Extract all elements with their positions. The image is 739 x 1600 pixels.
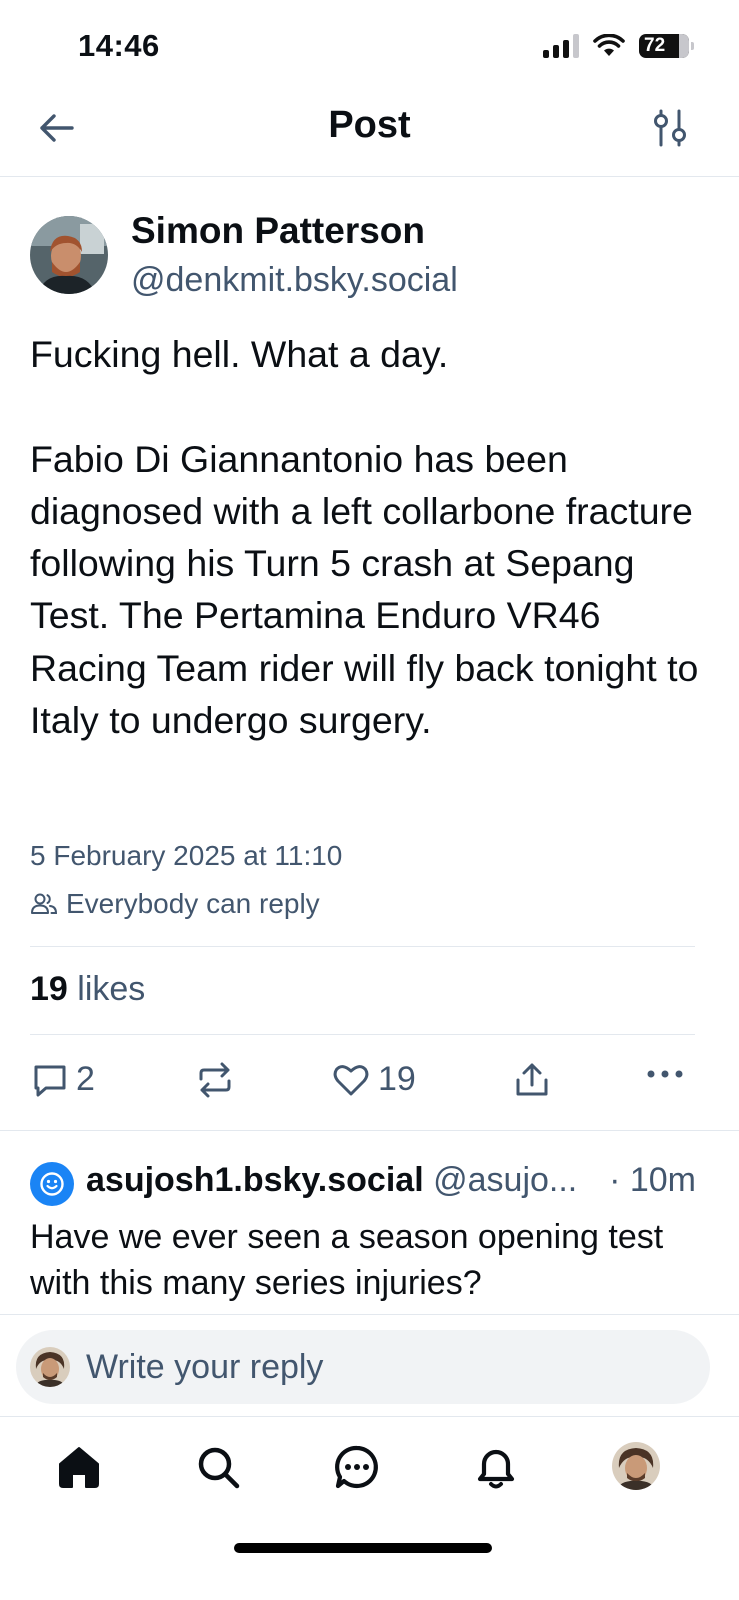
wifi-icon	[593, 34, 625, 56]
comment-icon	[34, 1065, 66, 1096]
author-handle[interactable]: @denkmit.bsky.social	[131, 261, 458, 300]
smiley-icon	[40, 1172, 64, 1196]
share-button[interactable]	[514, 1062, 550, 1098]
battery-icon: 72	[639, 34, 694, 58]
share-icon	[516, 1063, 548, 1096]
author-name[interactable]: Simon Patterson	[131, 210, 425, 252]
divider	[30, 946, 695, 947]
heart-icon	[333, 1064, 369, 1095]
people-icon	[31, 893, 58, 914]
post-actions: 2 19	[30, 1058, 690, 1106]
reply-author-name: asujosh1.bsky.social	[86, 1161, 424, 1199]
profile-avatar[interactable]	[612, 1442, 660, 1490]
bell-icon[interactable]	[473, 1444, 519, 1490]
signal-icon	[543, 34, 579, 58]
divider	[0, 1314, 739, 1315]
page-title: Post	[328, 104, 411, 146]
tabbar-divider	[0, 1416, 739, 1417]
reply-setting-label: Everybody can reply	[66, 888, 320, 919]
reply-composer[interactable]: Write your reply	[16, 1330, 710, 1404]
like-count: 19	[378, 1060, 416, 1098]
reply-header[interactable]: asujosh1.bsky.social @asujo... · 10m	[86, 1161, 696, 1200]
reply-time: · 10m	[609, 1161, 696, 1199]
reply-setting[interactable]: Everybody can reply	[30, 888, 320, 920]
likes-count: 19	[30, 970, 68, 1008]
header-divider	[0, 176, 739, 177]
settings-sliders-icon[interactable]	[653, 108, 687, 148]
reply-placeholder: Write your reply	[86, 1347, 324, 1386]
battery-level: 72	[644, 35, 666, 56]
reply-avatar[interactable]	[30, 1162, 74, 1206]
author-avatar[interactable]	[30, 216, 108, 294]
more-icon	[647, 1070, 683, 1078]
more-options-button[interactable]	[646, 1068, 684, 1080]
status-time: 14:46	[78, 28, 160, 63]
post-date: 5 February 2025 at 11:10	[30, 840, 343, 871]
likes-summary[interactable]: 19 likes	[30, 970, 145, 1009]
divider	[0, 1130, 739, 1131]
reply-author-handle: @asujo...	[433, 1161, 578, 1199]
reply-text: Have we ever seen a season opening test …	[30, 1218, 664, 1302]
reply-count: 2	[76, 1060, 95, 1098]
repost-icon	[199, 1062, 231, 1098]
repost-button[interactable]	[196, 1062, 234, 1098]
reply-button[interactable]: 2	[32, 1060, 95, 1099]
likes-label: likes	[77, 970, 146, 1008]
home-icon[interactable]	[56, 1444, 102, 1490]
user-avatar	[30, 1347, 70, 1387]
chat-icon[interactable]	[334, 1444, 380, 1490]
like-button[interactable]: 19	[332, 1060, 416, 1099]
divider	[30, 1034, 695, 1035]
status-icons: 72	[543, 34, 694, 58]
search-icon[interactable]	[195, 1444, 241, 1490]
post-text: Fucking hell. What a day. Fabio Di Giann…	[30, 333, 699, 742]
home-indicator	[234, 1543, 492, 1553]
